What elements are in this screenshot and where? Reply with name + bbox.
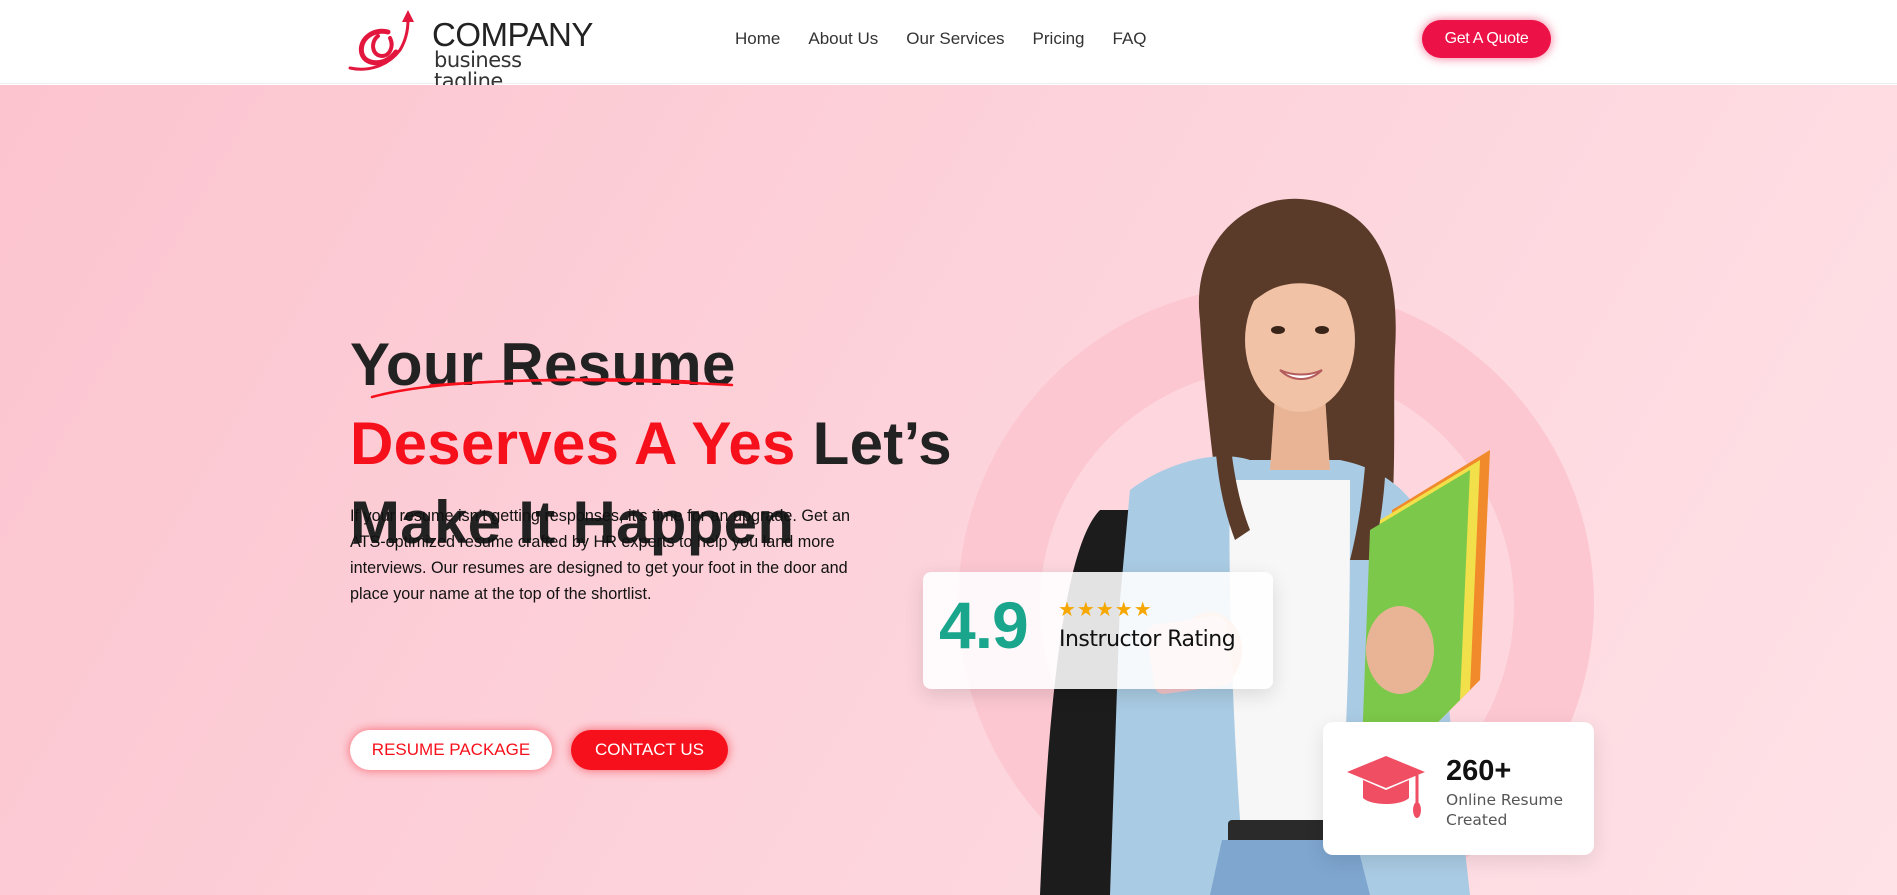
- nav-home[interactable]: Home: [735, 29, 780, 49]
- hero-description: If your resume isn’t getting responses, …: [350, 507, 850, 603]
- get-a-quote-button[interactable]: Get A Quote: [1422, 20, 1551, 58]
- company-logo[interactable]: COMPANY business tagline: [348, 10, 593, 92]
- rating-label: Instructor Rating: [1059, 627, 1236, 652]
- rating-value: 4.9: [939, 588, 1029, 662]
- star-rating-icon: ★★★★★: [1058, 599, 1153, 621]
- headline-underline-swoosh: [370, 378, 734, 399]
- nav-pricing[interactable]: Pricing: [1033, 29, 1085, 49]
- main-nav: Home About Us Our Services Pricing FAQ: [735, 29, 1175, 49]
- resume-count: 260+: [1446, 755, 1512, 787]
- rating-card: 4.9 ★★★★★ Instructor Rating: [923, 572, 1273, 689]
- nav-our-services[interactable]: Our Services: [906, 29, 1004, 49]
- logo-swirl-icon: [348, 10, 414, 71]
- logo-company-name: COMPANY: [432, 16, 593, 53]
- headline-line-2: Deserves A Yes Let’s: [350, 404, 952, 483]
- graduation-cap-icon: [1347, 756, 1425, 818]
- resumes-created-card: 260+ Online Resume Created: [1323, 722, 1594, 855]
- site-header: COMPANY business tagline Home About Us O…: [0, 0, 1897, 92]
- headline-highlight: Deserves A Yes: [350, 410, 796, 477]
- headline-line-2-rest: Let’s: [795, 410, 952, 477]
- resume-count-label: Online Resume Created: [1446, 791, 1564, 829]
- nav-faq[interactable]: FAQ: [1113, 29, 1147, 49]
- hero-section: Your Resume Deserves A Yes Let’s Make It…: [0, 85, 1897, 895]
- contact-us-button[interactable]: CONTACT US: [571, 730, 728, 770]
- resume-package-button[interactable]: RESUME PACKAGE: [350, 730, 552, 770]
- nav-about-us[interactable]: About Us: [808, 29, 878, 49]
